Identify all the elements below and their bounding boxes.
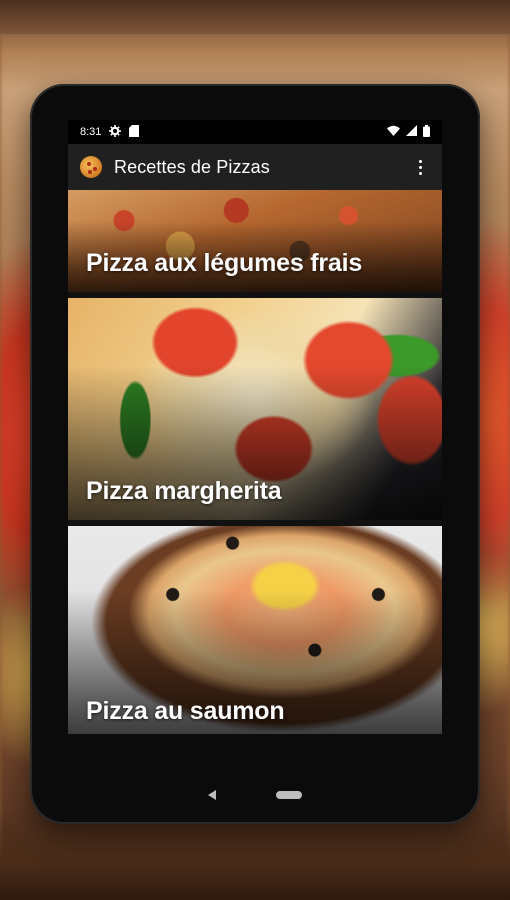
sd-card-icon: [129, 124, 140, 140]
wifi-icon: [387, 125, 400, 139]
background-top-strip: [0, 0, 510, 34]
app-title: Recettes de Pizzas: [114, 156, 270, 177]
app-bar: Recettes de Pizzas: [68, 144, 442, 190]
battery-icon: [423, 124, 430, 140]
recipe-title: Pizza au saumon: [86, 697, 285, 725]
navigation-bar: [30, 766, 480, 824]
gear-icon: [109, 124, 122, 140]
recipe-card-margherita[interactable]: Pizza margherita: [68, 298, 442, 520]
signal-icon: [406, 125, 417, 139]
device-screen: 8:31 Recettes de Pizzas Pizza aux légume…: [68, 120, 442, 734]
home-icon[interactable]: [276, 791, 302, 799]
recipe-list: Pizza aux légumes frais Pizza margherita…: [68, 190, 442, 734]
tablet-device: 8:31 Recettes de Pizzas Pizza aux légume…: [30, 84, 480, 824]
recipe-card-legumes[interactable]: Pizza aux légumes frais: [68, 190, 442, 292]
status-time: 8:31: [80, 126, 102, 138]
status-bar: 8:31: [68, 120, 442, 144]
pizza-icon: [80, 156, 102, 178]
overflow-menu-icon[interactable]: [410, 152, 430, 182]
recipe-title: Pizza aux légumes frais: [86, 249, 363, 277]
recipe-title: Pizza margherita: [86, 477, 282, 505]
recipe-card-saumon[interactable]: Pizza au saumon: [68, 526, 442, 734]
back-icon[interactable]: [208, 790, 216, 800]
